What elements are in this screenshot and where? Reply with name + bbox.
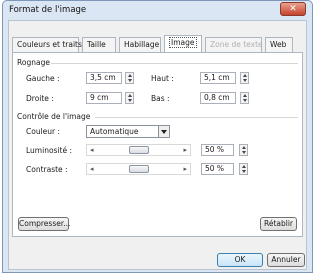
tab-couleurs-et-traits[interactable]: Couleurs et traits bbox=[12, 37, 82, 52]
tab-image[interactable]: Image bbox=[164, 35, 202, 52]
color-select[interactable]: Automatique bbox=[86, 125, 170, 138]
brightness-label: Luminosité : bbox=[26, 146, 72, 155]
crop-left-input[interactable]: 3,5 cm bbox=[86, 72, 122, 84]
tab-taille[interactable]: Taille bbox=[82, 37, 116, 52]
slider-left-arrow-icon[interactable]: ◂ bbox=[90, 165, 94, 173]
tab-web[interactable]: Web bbox=[265, 37, 293, 52]
contrast-spinner[interactable] bbox=[239, 163, 248, 175]
crop-right-label: Droite : bbox=[26, 94, 54, 103]
divider bbox=[95, 117, 298, 118]
close-button[interactable]: ✕ bbox=[280, 2, 306, 16]
contrast-slider[interactable]: ◂ ▸ bbox=[86, 163, 191, 175]
dialog-title: Format de l'image bbox=[9, 5, 87, 15]
crop-right-spinner[interactable] bbox=[125, 92, 134, 104]
crop-bottom-input[interactable]: 0,8 cm bbox=[200, 92, 236, 104]
color-label: Couleur : bbox=[26, 127, 61, 136]
divider bbox=[51, 63, 298, 64]
image-tab-panel: Rognage Gauche : 3,5 cm Haut : 5,1 cm Dr… bbox=[12, 52, 303, 237]
crop-section-heading: Rognage bbox=[17, 58, 50, 67]
tab-zone-de-texte: Zone de texte bbox=[205, 37, 263, 52]
chevron-down-icon[interactable] bbox=[158, 126, 169, 137]
reset-button[interactable]: Rétablir bbox=[260, 217, 297, 231]
compress-button[interactable]: Compresser... bbox=[18, 217, 70, 231]
contrast-slider-thumb[interactable] bbox=[129, 165, 149, 173]
slider-right-arrow-icon[interactable]: ▸ bbox=[183, 165, 187, 173]
brightness-slider-thumb[interactable] bbox=[129, 146, 149, 154]
crop-top-input[interactable]: 5,1 cm bbox=[200, 72, 236, 84]
crop-bottom-label: Bas : bbox=[151, 94, 170, 103]
crop-top-label: Haut : bbox=[151, 74, 174, 83]
image-control-section-heading: Contrôle de l'image bbox=[17, 112, 91, 121]
crop-left-label: Gauche : bbox=[26, 74, 60, 83]
cancel-button[interactable]: Annuler bbox=[267, 253, 305, 267]
ok-button[interactable]: OK bbox=[217, 253, 263, 267]
color-select-value: Automatique bbox=[90, 127, 139, 136]
crop-left-spinner[interactable] bbox=[125, 72, 134, 84]
crop-bottom-spinner[interactable] bbox=[240, 92, 249, 104]
close-icon: ✕ bbox=[289, 4, 297, 14]
tab-strip: Couleurs et traits Taille Habillage Imag… bbox=[12, 35, 302, 52]
slider-right-arrow-icon[interactable]: ▸ bbox=[183, 146, 187, 154]
dialog-window: Format de l'image ✕ Couleurs et traits T… bbox=[2, 0, 313, 273]
brightness-input[interactable]: 50 % bbox=[201, 144, 234, 156]
brightness-slider[interactable]: ◂ ▸ bbox=[86, 144, 191, 156]
title-bar[interactable]: Format de l'image ✕ bbox=[3, 1, 312, 19]
crop-top-spinner[interactable] bbox=[240, 72, 249, 84]
tab-habillage[interactable]: Habillage bbox=[119, 37, 161, 52]
dialog-body: Couleurs et traits Taille Habillage Imag… bbox=[8, 20, 307, 270]
contrast-label: Contraste : bbox=[26, 165, 68, 174]
brightness-spinner[interactable] bbox=[239, 144, 248, 156]
contrast-input[interactable]: 50 % bbox=[201, 163, 234, 175]
crop-right-input[interactable]: 9 cm bbox=[86, 92, 122, 104]
slider-left-arrow-icon[interactable]: ◂ bbox=[90, 146, 94, 154]
